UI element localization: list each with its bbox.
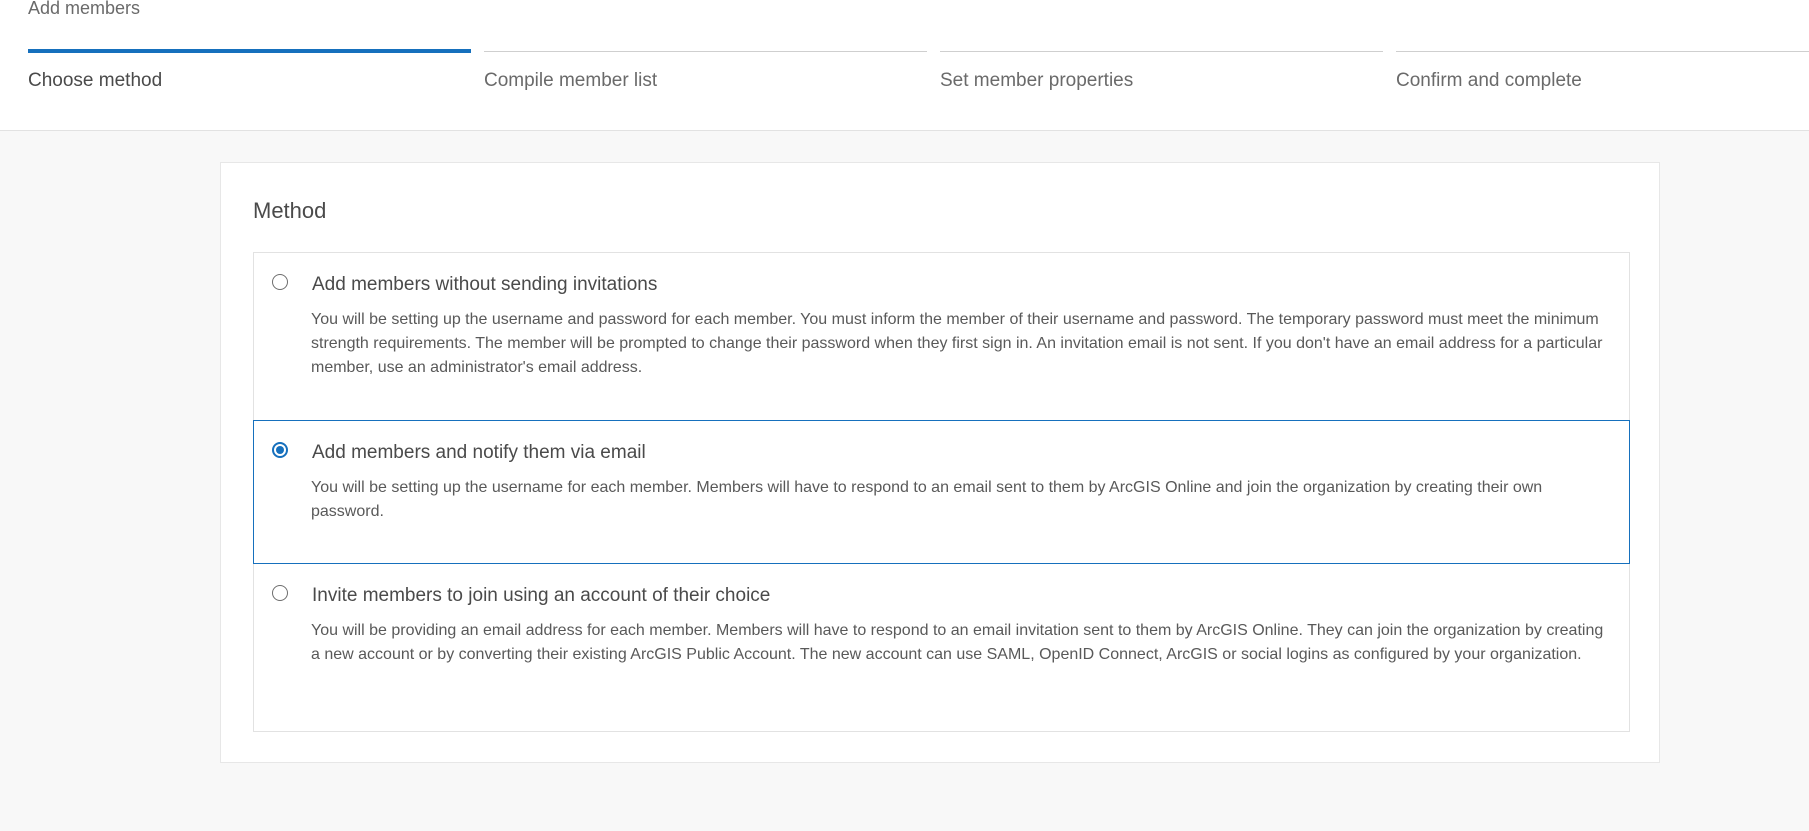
option-description: You will be providing an email address f…: [311, 622, 1604, 663]
section-title: Method: [253, 198, 327, 223]
method-options: Add members without sending invitations …: [253, 252, 1630, 732]
option-add-without-invitations[interactable]: Add members without sending invitations …: [253, 252, 1630, 421]
step-confirm-and-complete[interactable]: Confirm and complete: [1396, 51, 1809, 102]
option-add-and-notify-email[interactable]: Add members and notify them via email Yo…: [253, 420, 1630, 564]
option-description: You will be setting up the username and …: [311, 311, 1603, 376]
option-invite-account-of-choice[interactable]: Invite members to join using an account …: [253, 563, 1630, 732]
radio-button[interactable]: [272, 274, 288, 290]
step-choose-method[interactable]: Choose method: [28, 49, 471, 103]
step-set-member-properties[interactable]: Set member properties: [940, 51, 1383, 102]
radio-button[interactable]: [272, 585, 288, 601]
step-label: Compile member list: [484, 70, 658, 91]
radio-button-checked[interactable]: [272, 442, 288, 458]
page-title: Add members: [28, 0, 141, 18]
option-title: Add members without sending invitations: [312, 274, 658, 295]
step-label: Choose method: [28, 70, 163, 91]
option-title: Add members and notify them via email: [312, 442, 646, 463]
step-compile-member-list[interactable]: Compile member list: [484, 51, 927, 102]
step-label: Set member properties: [940, 70, 1134, 91]
step-label: Confirm and complete: [1396, 70, 1582, 91]
method-card: Method Add members without sending invit…: [220, 162, 1660, 763]
option-description: You will be setting up the username for …: [311, 479, 1543, 520]
wizard-steps: Choose method Compile member list Set me…: [28, 49, 1809, 103]
wizard-header: Add members Choose method Compile member…: [0, 0, 1809, 131]
option-title: Invite members to join using an account …: [312, 585, 771, 606]
